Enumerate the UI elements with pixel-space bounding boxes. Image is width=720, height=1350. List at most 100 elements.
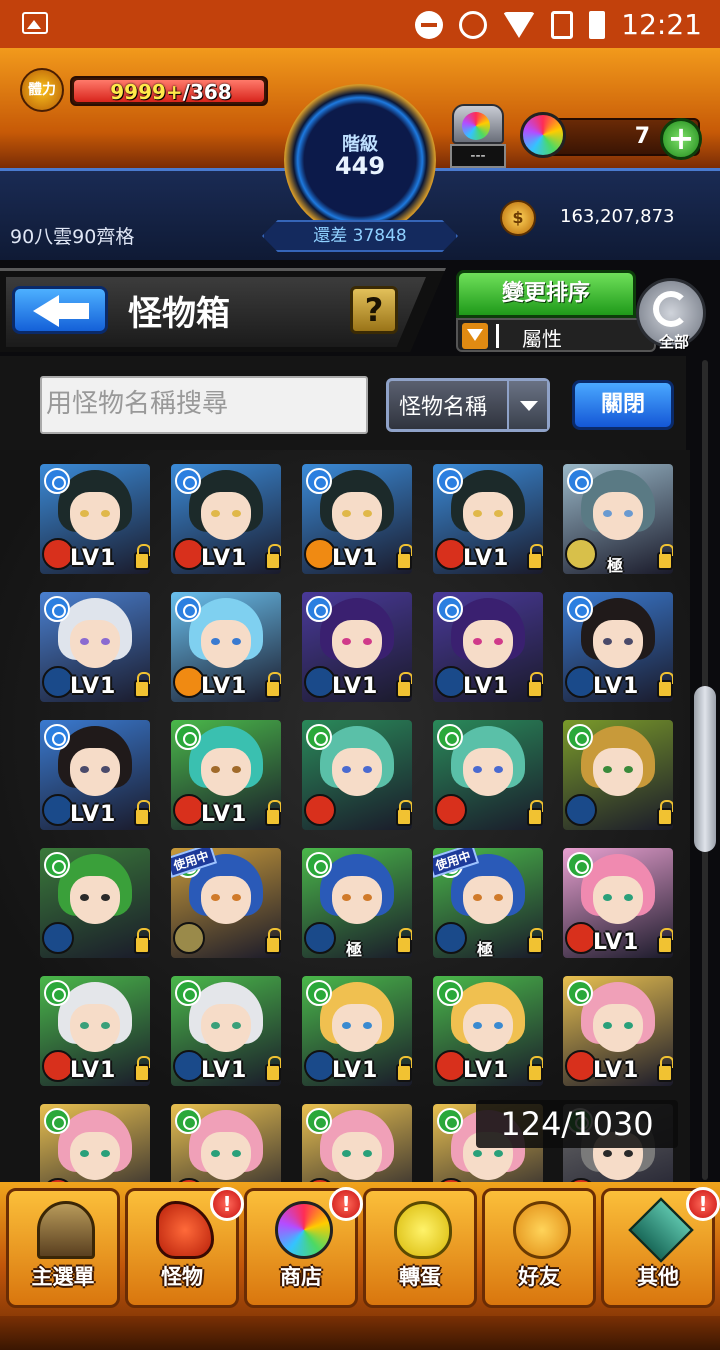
- wood-element-icon: [567, 852, 593, 878]
- monster-card[interactable]: LV1: [40, 976, 150, 1086]
- scrollbar[interactable]: [694, 360, 716, 1180]
- monster-card[interactable]: LV1: [171, 464, 281, 574]
- monster-face: [201, 1132, 251, 1180]
- monster-card[interactable]: LV1: [40, 464, 150, 574]
- stamina-max: /368: [182, 80, 232, 104]
- monster-tag: 極: [346, 940, 364, 958]
- monster-level: LV1: [70, 1058, 117, 1083]
- nav-button[interactable]: 其他!: [601, 1187, 720, 1308]
- monster-icon: [156, 1201, 214, 1259]
- monster-level: LV1: [593, 1058, 640, 1083]
- monster-face: [201, 748, 251, 796]
- lock-icon: [527, 672, 543, 698]
- back-button[interactable]: [12, 286, 108, 334]
- filter-row[interactable]: 屬性: [456, 318, 656, 352]
- rank-value: 449: [334, 152, 386, 180]
- monster-card[interactable]: LV1: [433, 464, 543, 574]
- monster-face: [332, 1004, 382, 1052]
- nav-button[interactable]: 怪物!: [125, 1187, 244, 1308]
- close-search-button[interactable]: 關閉: [572, 380, 674, 430]
- evolution-badge-icon: [304, 922, 336, 954]
- monster-card[interactable]: [563, 720, 673, 830]
- monster-card[interactable]: LV1: [171, 592, 281, 702]
- monster-card[interactable]: [302, 1104, 412, 1185]
- orb-icon: [520, 112, 566, 158]
- monster-card[interactable]: 極使用中: [433, 848, 543, 958]
- wood-element-icon: [306, 724, 332, 750]
- monster-card[interactable]: [433, 720, 543, 830]
- nav-label: 主選單: [31, 1265, 95, 1289]
- buy-orbs-button[interactable]: +: [660, 118, 702, 160]
- stamina-gauge[interactable]: 9999+/368 體力: [20, 68, 268, 112]
- monster-face: [332, 1132, 382, 1180]
- other-icon: [628, 1197, 694, 1263]
- nav-button[interactable]: 主選單: [6, 1188, 120, 1308]
- refresh-icon: [653, 291, 689, 327]
- water-element-icon: [567, 468, 593, 494]
- monster-card[interactable]: LV1: [40, 592, 150, 702]
- change-sort-button[interactable]: 變更排序: [456, 270, 636, 318]
- lock-icon: [657, 544, 673, 570]
- monster-card[interactable]: LV1: [171, 720, 281, 830]
- monster-face: [593, 492, 643, 540]
- lock-icon: [265, 544, 281, 570]
- monster-level: LV1: [463, 1058, 510, 1083]
- monster-card[interactable]: LV1: [302, 976, 412, 1086]
- bottom-nav: 主選單 怪物! 商店! 轉蛋 好友 其他!: [0, 1182, 720, 1350]
- wood-element-icon: [306, 1108, 332, 1134]
- monster-level: LV1: [463, 546, 510, 571]
- evolution-badge-icon: [304, 794, 336, 826]
- water-element-icon: [437, 596, 463, 622]
- monster-face: [593, 748, 643, 796]
- monster-face: [70, 1132, 120, 1180]
- monster-face: [463, 748, 513, 796]
- monster-card[interactable]: LV1: [563, 976, 673, 1086]
- lock-icon: [265, 1056, 281, 1082]
- monster-card[interactable]: [302, 720, 412, 830]
- monster-face: [332, 748, 382, 796]
- search-type-select[interactable]: 怪物名稱: [386, 378, 550, 432]
- monster-card[interactable]: LV1: [302, 592, 412, 702]
- monster-card[interactable]: [171, 1104, 281, 1185]
- nav-button[interactable]: 好友: [482, 1188, 596, 1308]
- monster-level: LV1: [201, 674, 248, 699]
- gold-coin-icon: $: [500, 200, 536, 236]
- nav-label: 轉蛋: [399, 1265, 441, 1289]
- monster-card[interactable]: 極: [302, 848, 412, 958]
- status-icons: 12:21: [415, 8, 702, 41]
- monster-face: [593, 1004, 643, 1052]
- monster-card[interactable]: [40, 848, 150, 958]
- orb-storage-button[interactable]: ---: [448, 104, 508, 168]
- monster-level: LV1: [70, 546, 117, 571]
- lock-icon: [657, 672, 673, 698]
- evolution-badge-icon: [565, 538, 597, 570]
- monster-face: [332, 492, 382, 540]
- scrollbar-thumb[interactable]: [694, 686, 716, 852]
- monster-card[interactable]: LV1: [433, 976, 543, 1086]
- search-input[interactable]: 用怪物名稱搜尋: [40, 376, 368, 434]
- nav-label: 好友: [518, 1265, 560, 1289]
- monster-face: [70, 1004, 120, 1052]
- all-refresh-button[interactable]: 全部: [636, 278, 706, 351]
- monster-card[interactable]: LV1: [302, 464, 412, 574]
- lock-icon: [396, 1056, 412, 1082]
- monster-face: [463, 620, 513, 668]
- monster-card[interactable]: LV1: [433, 592, 543, 702]
- nav-button[interactable]: 商店!: [244, 1187, 363, 1308]
- monster-card[interactable]: LV1: [563, 592, 673, 702]
- water-element-icon: [44, 596, 70, 622]
- monster-card[interactable]: [40, 1104, 150, 1185]
- chevron-down-icon: [507, 381, 547, 429]
- monster-card[interactable]: 使用中: [171, 848, 281, 958]
- monster-card[interactable]: LV1: [171, 976, 281, 1086]
- monster-card[interactable]: LV1: [40, 720, 150, 830]
- nav-button[interactable]: 轉蛋: [363, 1188, 477, 1308]
- monster-card[interactable]: LV1: [563, 848, 673, 958]
- help-button[interactable]: ?: [350, 286, 398, 334]
- wifi-icon: [503, 11, 536, 38]
- exp-remaining: 還差 37848: [262, 220, 458, 252]
- monster-card[interactable]: 極: [563, 464, 673, 574]
- lock-icon: [396, 544, 412, 570]
- rank-medallion[interactable]: 階級 449: [284, 84, 436, 236]
- monster-face: [463, 876, 513, 924]
